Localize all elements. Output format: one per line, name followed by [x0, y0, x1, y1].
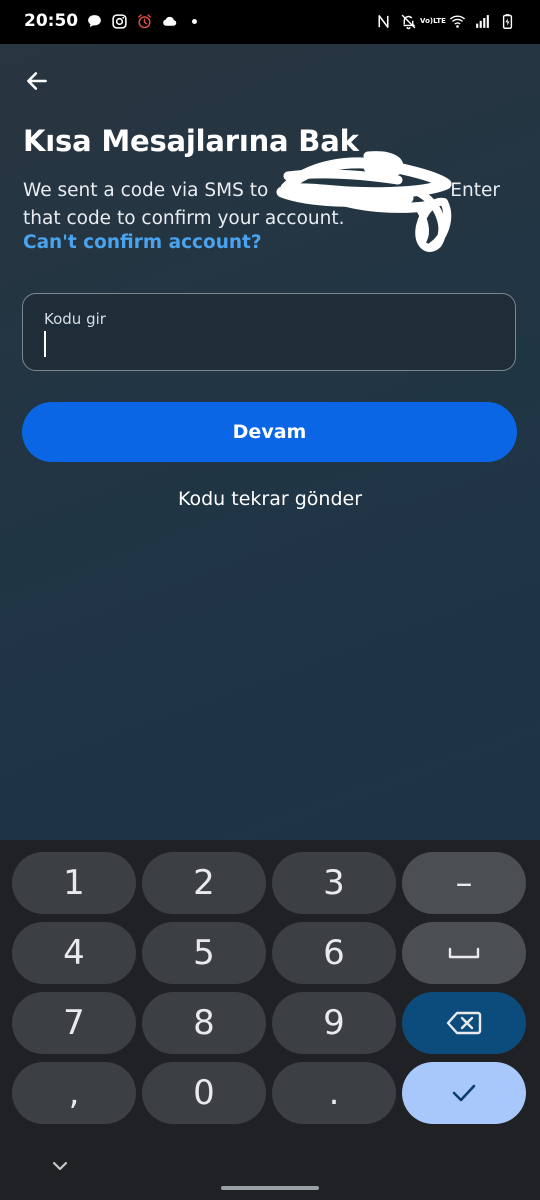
nfc-icon	[375, 13, 392, 30]
code-input[interactable]	[42, 332, 482, 362]
wifi-icon	[449, 13, 466, 30]
key-dash[interactable]: –	[402, 852, 526, 914]
key-period[interactable]: .	[272, 1062, 396, 1124]
instagram-icon	[111, 13, 128, 30]
key-done[interactable]	[402, 1062, 526, 1124]
cant-confirm-account-link[interactable]: Can't confirm account?	[23, 232, 262, 253]
code-field[interactable]: Kodu gir	[22, 293, 516, 371]
screen: 20:50 Vo) LTE Kısa Mesajlarına Bak We se…	[0, 0, 540, 1200]
key-5[interactable]: 5	[142, 922, 266, 984]
resend-code-button[interactable]: Kodu tekrar gönder	[0, 488, 540, 510]
redaction-scribble	[268, 148, 458, 256]
dot-icon	[186, 13, 203, 30]
text-caret	[44, 331, 46, 357]
continue-button[interactable]: Devam	[22, 402, 517, 462]
chevron-down-icon	[52, 1161, 68, 1171]
back-button[interactable]	[22, 66, 52, 96]
volte-icon: Vo) LTE	[420, 16, 446, 25]
key-1[interactable]: 1	[12, 852, 136, 914]
navigation-handle[interactable]	[221, 1186, 319, 1190]
code-field-label: Kodu gir	[44, 310, 106, 328]
description-before-redaction: We sent a code via SMS to	[23, 180, 269, 201]
status-bar: 20:50 Vo) LTE	[0, 0, 540, 44]
mute-icon	[400, 13, 417, 30]
chat-bubble-icon	[86, 13, 103, 30]
backspace-icon	[446, 1011, 482, 1035]
numeric-keyboard: 1 2 3 – 4 5 6 7 8 9 , 0 .	[0, 840, 540, 1200]
status-time: 20:50	[24, 11, 79, 31]
alarm-icon	[136, 13, 153, 30]
key-0[interactable]: 0	[142, 1062, 266, 1124]
key-3[interactable]: 3	[272, 852, 396, 914]
key-9[interactable]: 9	[272, 992, 396, 1054]
key-2[interactable]: 2	[142, 852, 266, 914]
key-6[interactable]: 6	[272, 922, 396, 984]
arrow-left-icon	[27, 72, 47, 90]
key-8[interactable]: 8	[142, 992, 266, 1054]
key-backspace[interactable]	[402, 992, 526, 1054]
battery-charging-icon	[499, 13, 516, 30]
signal-icon	[474, 13, 491, 30]
notification-icons	[86, 10, 203, 32]
keyboard-collapse-button[interactable]	[46, 1152, 74, 1180]
cloud-icon	[161, 13, 178, 30]
key-comma[interactable]: ,	[12, 1062, 136, 1124]
checkmark-icon	[452, 1084, 476, 1102]
key-7[interactable]: 7	[12, 992, 136, 1054]
space-icon	[448, 947, 480, 959]
key-space[interactable]	[402, 922, 526, 984]
system-status-icons: Vo) LTE	[375, 10, 516, 32]
key-4[interactable]: 4	[12, 922, 136, 984]
